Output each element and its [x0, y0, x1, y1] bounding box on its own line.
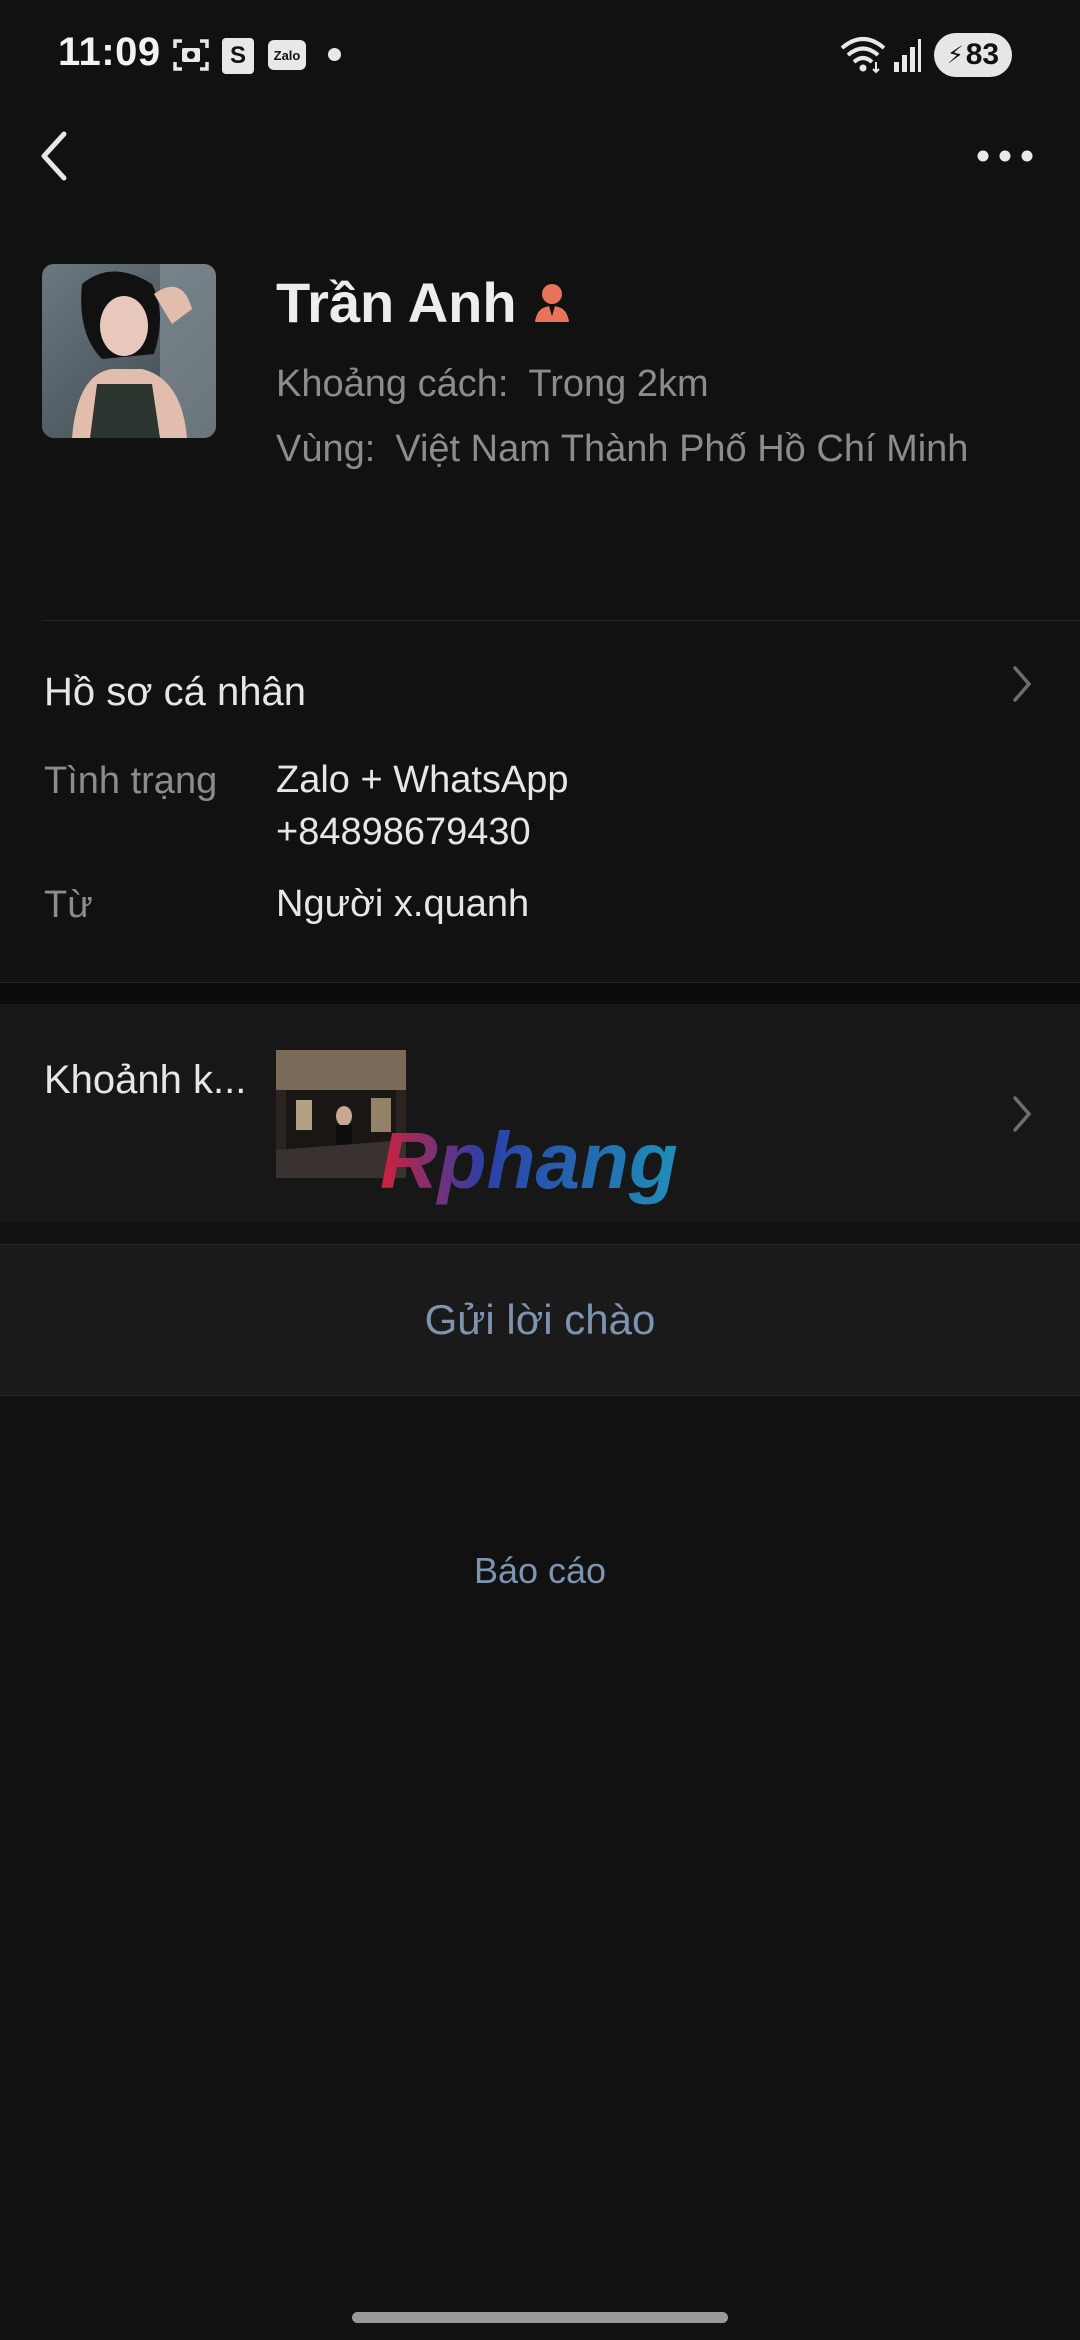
- status-time: 11:09: [58, 30, 161, 74]
- report-label: Báo cáo: [473, 1550, 607, 1591]
- charging-icon: ⚡: [946, 41, 964, 69]
- chevron-right-icon[interactable]: [1008, 1092, 1036, 1136]
- profile-screen: 11:09 S Zalo ⚡ 83 Trần Anh Khoảng cách: …: [0, 0, 1080, 2340]
- wifi-icon: [840, 37, 886, 74]
- section-separator: [0, 982, 1080, 1006]
- profile-name-text: Trần Anh: [276, 271, 517, 334]
- distance-info: Khoảng cách: Trong 2km: [276, 355, 709, 413]
- status-label: Tình trạng: [44, 760, 218, 802]
- status-bar: 11:09 S Zalo ⚡ 83: [0, 0, 1080, 110]
- signal-icon: [894, 39, 921, 72]
- moments-label: Khoảnh k...: [44, 1058, 247, 1102]
- region-info: Vùng: Việt Nam Thành Phố Hồ Chí Minh: [276, 420, 976, 478]
- report-link[interactable]: Báo cáo: [0, 1550, 1080, 1592]
- distance-label: Khoảng cách:: [276, 363, 509, 405]
- status-value: Zalo + WhatsApp +84898679430: [276, 759, 569, 853]
- female-gender-icon: [534, 283, 569, 322]
- profile-name: Trần Anh: [276, 270, 573, 335]
- home-indicator[interactable]: [352, 2312, 728, 2323]
- send-greeting-button[interactable]: Gửi lời chào: [0, 1244, 1080, 1396]
- battery-icon: ⚡ 83: [934, 33, 1012, 77]
- region-label: Vùng:: [276, 428, 376, 470]
- shopee-icon: S: [222, 38, 254, 74]
- from-value: Người x.quanh: [276, 883, 530, 925]
- rphang-watermark: Rphang: [380, 1118, 678, 1205]
- divider: [42, 620, 1080, 621]
- from-label: Từ: [44, 884, 93, 926]
- zalo-icon: Zalo: [268, 40, 306, 70]
- chevron-right-icon[interactable]: [1008, 662, 1036, 706]
- battery-level: 83: [965, 38, 1000, 71]
- notification-dot: [328, 48, 341, 61]
- svg-text:Rphang: Rphang: [380, 1118, 678, 1205]
- back-button[interactable]: [30, 120, 90, 192]
- avatar[interactable]: [42, 264, 216, 438]
- region-value: Việt Nam Thành Phố Hồ Chí Minh: [395, 428, 969, 470]
- more-options-button[interactable]: [972, 130, 1038, 182]
- send-greeting-label: Gửi lời chào: [424, 1296, 656, 1343]
- screenshot-icon: [173, 39, 209, 71]
- personal-profile-title[interactable]: Hồ sơ cá nhân: [44, 670, 306, 715]
- distance-value: Trong 2km: [528, 363, 709, 405]
